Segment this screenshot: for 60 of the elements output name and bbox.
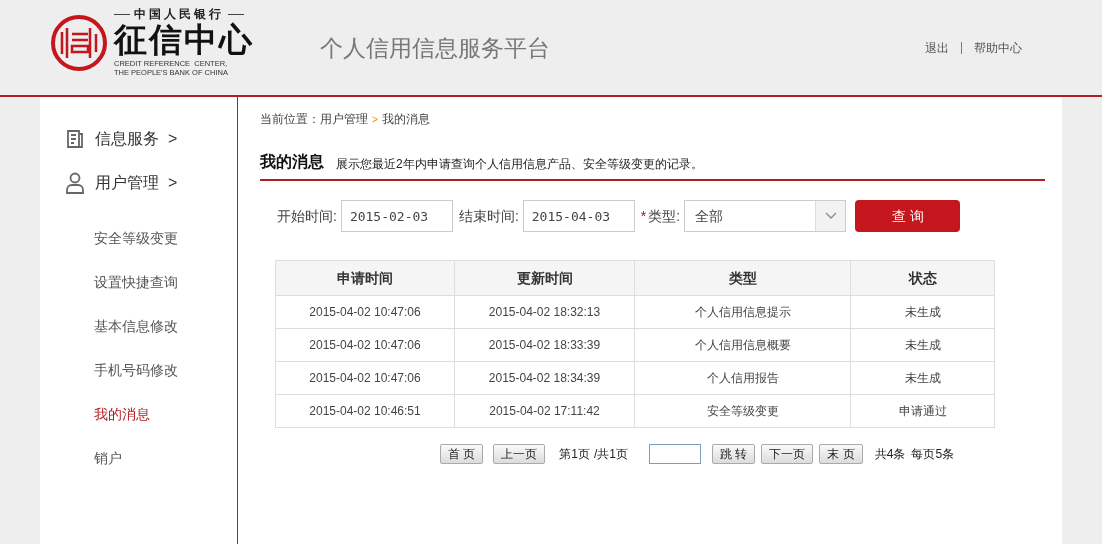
sidebar-item[interactable]: 基本信息修改: [94, 315, 178, 337]
field-label: 结束时间:: [458, 206, 519, 226]
total-pages: /共1页: [594, 446, 629, 463]
table-cell: 2015-04-02 18:33:39: [454, 328, 635, 362]
logo-emblem-icon: [50, 13, 108, 72]
field-label: 开始时间:: [277, 206, 337, 226]
page-title: 我的消息: [260, 152, 324, 172]
sidebar-item[interactable]: 销户: [94, 447, 122, 469]
logo-top-line: 中国人民银行: [134, 8, 224, 21]
table-cell: 个人信用信息提示: [634, 295, 851, 329]
user-icon: [65, 172, 85, 194]
header-link[interactable]: 帮助中心: [974, 39, 1022, 57]
table-cell: 2015-04-02 18:34:39: [454, 361, 635, 395]
date-field[interactable]: 2015-04-03: [522, 200, 635, 232]
header-link[interactable]: 退出: [925, 39, 949, 57]
table-cell: 2015-04-02 10:46:51: [275, 394, 455, 428]
table-cell: 未生成: [850, 328, 995, 362]
date-field[interactable]: 2015-02-03: [340, 200, 453, 232]
chevron-down-icon: [824, 212, 837, 220]
field-label: 类型:: [648, 206, 681, 226]
last-page-button[interactable]: 末 页: [819, 444, 863, 464]
column-header: 更新时间: [454, 260, 635, 296]
page-info: 第1页: [559, 446, 591, 463]
total-records: 共4条: [874, 446, 906, 463]
column-header: 申请时间: [275, 260, 455, 296]
document-icon: [65, 129, 85, 149]
sidebar-item[interactable]: 手机号码修改: [94, 359, 178, 381]
sidebar-item[interactable]: 我的消息: [94, 403, 150, 425]
table-cell: 2015-04-02 10:47:06: [275, 295, 455, 329]
sidebar-section[interactable]: 信息服务 >: [95, 127, 178, 151]
breadcrumb-current: 我的消息: [381, 111, 430, 128]
previous-page-button[interactable]: 上一页: [493, 444, 546, 464]
page-number-field[interactable]: [649, 444, 702, 464]
table-cell: 2015-04-02 10:47:06: [275, 328, 455, 362]
table-cell: 未生成: [850, 361, 995, 395]
platform-title: 个人信用信息服务平台: [320, 34, 550, 63]
table-cell: 个人信用信息概要: [634, 328, 851, 362]
table-cell: 2015-04-02 17:11:42: [454, 394, 635, 428]
search-button[interactable]: 查 询: [855, 200, 961, 232]
required-mark: *: [640, 206, 647, 226]
sidebar-section[interactable]: 用户管理 >: [95, 171, 178, 195]
per-page: 每页5条: [911, 446, 955, 463]
sidebar-item[interactable]: 安全等级变更: [94, 227, 178, 249]
table-cell: 2015-04-02 18:32:13: [454, 295, 635, 329]
sidebar-item[interactable]: 设置快捷查询: [94, 271, 178, 293]
logo-name: 征信中心: [114, 21, 254, 59]
table-cell: 个人信用报告: [634, 361, 851, 395]
breadcrumb-separator: >: [372, 112, 378, 127]
table-cell: 未生成: [850, 295, 995, 329]
next-page-button[interactable]: 下一页: [761, 444, 814, 464]
table-cell: 安全等级变更: [634, 394, 851, 428]
jump-button[interactable]: 跳 转: [712, 444, 756, 464]
page-description: 展示您最近2年内申请查询个人信用信息产品、安全等级变更的记录。: [336, 156, 703, 173]
first-page-button[interactable]: 首 页: [440, 444, 484, 464]
table-cell: 2015-04-02 10:47:06: [275, 361, 455, 395]
column-header: 状态: [850, 260, 995, 296]
breadcrumb-path: 当前位置：用户管理: [260, 111, 368, 128]
table-cell: 申请通过: [850, 394, 995, 428]
column-header: 类型: [634, 260, 851, 296]
type-dropdown[interactable]: 全部: [684, 200, 847, 232]
